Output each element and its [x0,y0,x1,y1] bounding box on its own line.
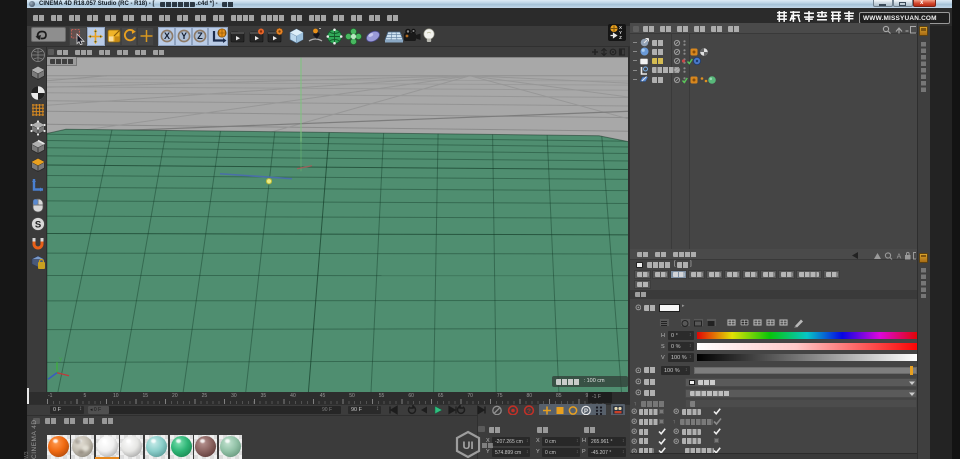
svg-text:A: A [897,253,902,260]
svg-text:Y: Y [180,31,186,41]
svg-text:S: S [34,219,40,230]
svg-text:UI: UI [463,440,474,452]
svg-text:?: ? [527,407,531,414]
svg-text:Z: Z [197,31,203,41]
svg-text:X: X [163,31,169,41]
svg-text:Z: Z [619,35,622,40]
svg-text:P: P [584,409,588,415]
